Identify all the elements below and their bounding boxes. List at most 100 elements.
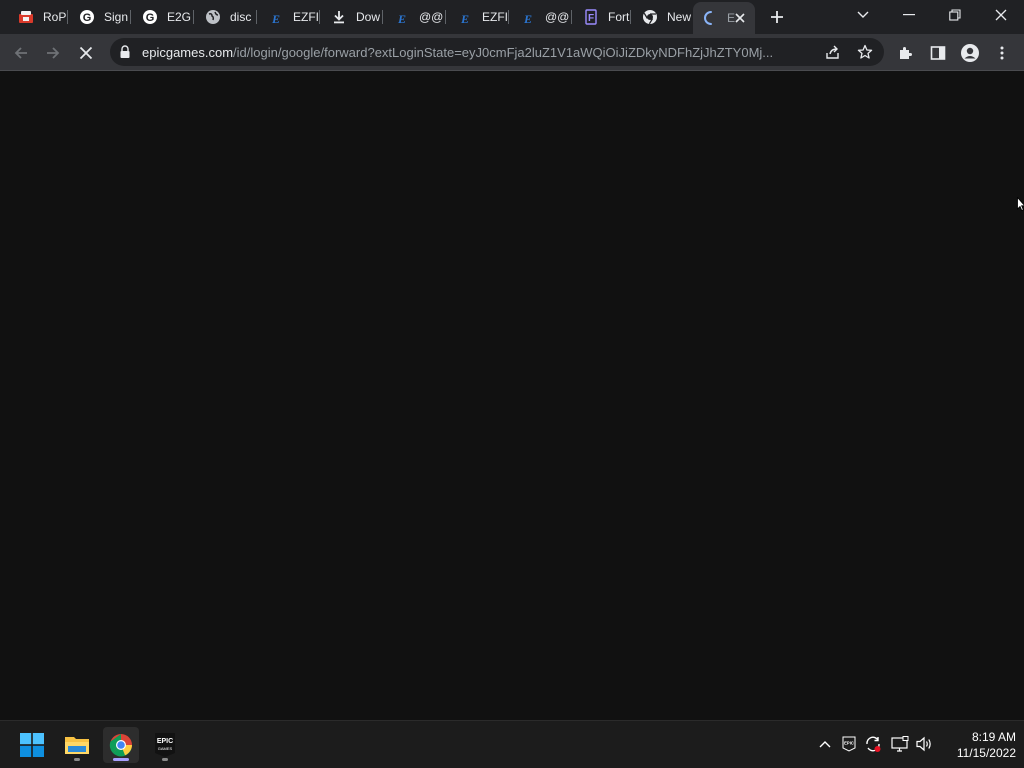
- clock-time: 8:19 AM: [971, 730, 1016, 744]
- tab-fortnite[interactable]: F Fort: [573, 4, 631, 30]
- clock-date: 11/15/2022: [956, 746, 1016, 760]
- start-button[interactable]: [14, 727, 50, 763]
- tab-title: @@: [545, 10, 570, 24]
- speaker-icon: [916, 736, 931, 752]
- svg-text:F: F: [588, 13, 594, 24]
- page-content: [0, 71, 1024, 720]
- file-explorer-button[interactable]: [59, 727, 95, 763]
- ezfi-icon: E: [520, 9, 536, 25]
- tab-sign[interactable]: G Sign: [69, 4, 131, 30]
- share-icon[interactable]: [824, 43, 842, 61]
- epic-games-icon: EPICGAMES: [155, 733, 175, 757]
- tab-download[interactable]: Dow: [321, 4, 383, 30]
- tab-active-epic[interactable]: E: [693, 2, 755, 34]
- download-icon: [331, 9, 347, 25]
- restore-icon: [949, 9, 961, 21]
- ezfi-icon: E: [268, 9, 284, 25]
- tab-title: Sign: [104, 10, 129, 24]
- address-bar[interactable]: epicgames.com/id/login/google/forward?ex…: [110, 38, 884, 66]
- minimize-icon: [903, 14, 915, 16]
- tab-ezfi-2[interactable]: E EZFI: [447, 4, 509, 30]
- chevron-up-icon: [819, 741, 831, 748]
- url-path: /id/login/google/forward?extLoginState=e…: [233, 45, 774, 60]
- google-icon: G: [142, 9, 158, 25]
- svg-text:E: E: [397, 12, 406, 25]
- lock-icon[interactable]: [119, 45, 131, 59]
- sync-icon: [866, 736, 881, 752]
- ezfi-icon: E: [457, 9, 473, 25]
- network-icon: [891, 736, 909, 752]
- close-icon: [79, 46, 93, 60]
- tab-title: disc: [230, 10, 252, 24]
- svg-text:EPIC: EPIC: [157, 738, 173, 745]
- new-tab-button[interactable]: [766, 7, 788, 27]
- tab-ezfi[interactable]: E EZFI: [258, 4, 320, 30]
- kebab-menu-icon: [1000, 46, 1004, 60]
- svg-text:E: E: [271, 12, 280, 25]
- chrome-icon: [642, 9, 658, 25]
- browser-menu-button[interactable]: [991, 42, 1013, 64]
- tab-disc[interactable]: disc: [195, 4, 257, 30]
- svg-text:G: G: [146, 12, 155, 24]
- browser-toolbar: epicgames.com/id/login/google/forward?ex…: [0, 34, 1024, 71]
- svg-text:E: E: [523, 12, 532, 25]
- bookmark-star-icon[interactable]: [856, 43, 874, 61]
- profile-button[interactable]: [959, 42, 981, 64]
- fortnite-icon: F: [583, 9, 599, 25]
- stop-loading-button[interactable]: [75, 42, 97, 64]
- url-host: epicgames.com: [142, 45, 234, 60]
- tab-ropro[interactable]: RoPro: [8, 4, 68, 30]
- tab-at[interactable]: E @@: [384, 4, 446, 30]
- tray-volume[interactable]: [915, 733, 935, 755]
- globe-icon: [205, 9, 221, 25]
- tab-title: EZFI: [293, 10, 319, 24]
- side-panel-icon: [930, 46, 946, 60]
- puzzle-icon: [900, 47, 912, 59]
- close-icon: [995, 9, 1007, 21]
- chevron-down-icon: [857, 11, 869, 18]
- close-window-button[interactable]: [978, 0, 1024, 30]
- arrow-right-icon: [47, 47, 60, 59]
- tab-title: @@: [419, 10, 444, 24]
- tab-title: EZFI: [482, 10, 508, 24]
- svg-text:E: E: [460, 12, 469, 25]
- windows-taskbar: EPIC GAMES EPIC 8:19 AM 11/15/2022: [0, 720, 1024, 768]
- back-button[interactable]: [10, 42, 32, 64]
- tab-at-2[interactable]: E @@: [510, 4, 572, 30]
- arrow-left-icon: [14, 47, 27, 59]
- loading-spinner-icon: [703, 10, 719, 26]
- tab-title: RoPro: [43, 10, 68, 24]
- tray-epic-games[interactable]: EPIC: [839, 733, 859, 755]
- restore-button[interactable]: [932, 0, 978, 30]
- svg-text:GAMES: GAMES: [158, 746, 173, 751]
- tab-e2g[interactable]: G E2G: [132, 4, 194, 30]
- epic-games-button[interactable]: EPIC GAMES: [147, 727, 183, 763]
- chrome-button[interactable]: [103, 727, 139, 763]
- google-icon: G: [79, 9, 95, 25]
- extensions-button[interactable]: [895, 42, 917, 64]
- tab-new[interactable]: New: [632, 4, 692, 30]
- ezfi-icon: E: [394, 9, 410, 25]
- url-text[interactable]: epicgames.com/id/login/google/forward?ex…: [142, 45, 824, 60]
- folder-icon: [65, 737, 89, 754]
- svg-text:EPIC: EPIC: [844, 741, 854, 746]
- plus-icon: [771, 11, 783, 23]
- tray-network[interactable]: [890, 733, 910, 755]
- svg-text:G: G: [83, 12, 92, 24]
- avatar-icon: [961, 44, 979, 62]
- tab-title: E2G: [167, 10, 192, 24]
- tab-title: Fort: [608, 10, 630, 24]
- mouse-cursor-icon: [1017, 196, 1024, 213]
- forward-button[interactable]: [42, 42, 64, 64]
- system-clock[interactable]: 8:19 AM 11/15/2022: [940, 729, 1020, 761]
- show-hidden-icons-button[interactable]: [815, 733, 835, 755]
- tab-title: Dow: [356, 10, 381, 24]
- tab-strip: RoPro G Sign G E2G disc E EZFI Dow: [0, 0, 1024, 34]
- chrome-icon: [109, 734, 132, 757]
- ropro-icon: [18, 9, 34, 25]
- tray-sync-app[interactable]: [863, 733, 883, 755]
- tab-search-button[interactable]: [840, 0, 886, 30]
- side-panel-button[interactable]: [927, 42, 949, 64]
- close-tab-icon[interactable]: [733, 11, 747, 25]
- minimize-button[interactable]: [886, 0, 932, 30]
